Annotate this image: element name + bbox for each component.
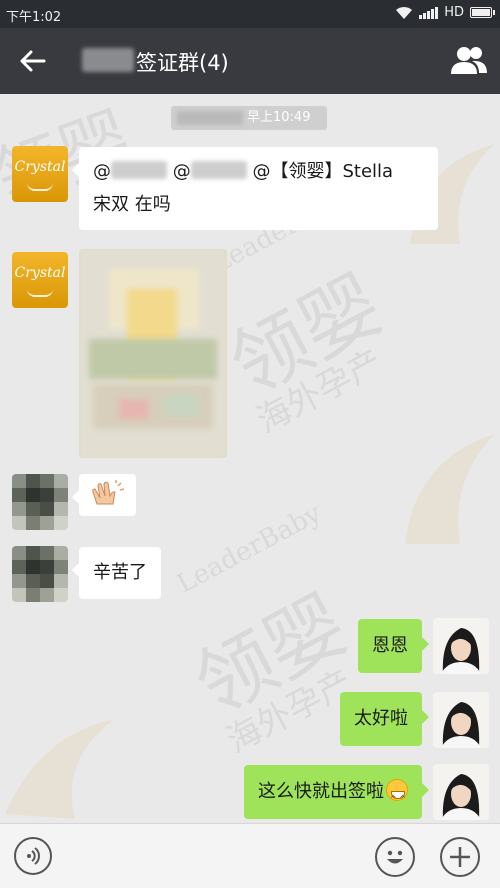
clapping-hands-icon xyxy=(92,480,125,505)
timestamp-chip: 早上10:49 xyxy=(171,106,327,130)
profile-photo-icon xyxy=(433,764,489,820)
avatar-member[interactable] xyxy=(12,474,68,530)
smiley-icon xyxy=(387,850,403,864)
group-members-icon xyxy=(451,47,487,74)
message-bubble[interactable]: @ @ @【领婴】Stella 宋双 在吗 xyxy=(72,147,438,230)
status-bar: 下午1:02 HD xyxy=(0,0,500,28)
avatar-label: Crystal xyxy=(14,265,66,281)
avatar-crystal[interactable]: Crystal xyxy=(12,146,68,202)
avatar-label: Crystal xyxy=(14,159,66,175)
message-text: 这么快就出签啦 xyxy=(258,781,384,802)
chat-area[interactable]: 领婴 LeaderBaby 领婴 海外孕产 LeaderBaby 领婴 海外孕产… xyxy=(0,94,500,823)
avatar-member[interactable] xyxy=(12,546,68,602)
profile-photo-icon xyxy=(433,692,489,748)
profile-photo-icon xyxy=(433,618,489,674)
message-bubble-mine[interactable]: 这么快就出签啦 xyxy=(244,765,429,819)
watermark-wing-icon xyxy=(405,434,495,544)
emoji-button[interactable] xyxy=(375,837,415,877)
grinning-face-icon xyxy=(386,779,408,817)
watermark-slogan: 海外孕产 xyxy=(250,342,390,442)
battery-icon xyxy=(470,7,495,18)
message-bubble[interactable]: 辛苦了 xyxy=(72,547,161,599)
blurred-date xyxy=(177,111,243,125)
back-button[interactable] xyxy=(14,46,50,76)
input-bar xyxy=(0,823,500,888)
avatar-me[interactable] xyxy=(433,764,489,820)
watermark-name: 领婴 xyxy=(181,579,362,733)
watermark-slogan: 海外孕产 xyxy=(220,662,360,762)
voice-icon xyxy=(27,847,40,865)
message-line: 宋双 在吗 xyxy=(93,194,171,215)
avatar-me[interactable] xyxy=(433,618,489,674)
watermark-brand: LeaderBaby xyxy=(172,498,327,600)
message-line: @ @ @【领婴】Stella xyxy=(93,161,394,182)
watermark-name: 领婴 xyxy=(216,259,397,413)
more-options-button[interactable] xyxy=(440,837,480,877)
status-time: 下午1:02 xyxy=(6,10,62,25)
blurred-group-name xyxy=(82,48,134,72)
chat-title: 签证群(4) xyxy=(136,51,229,75)
avatar-me[interactable] xyxy=(433,692,489,748)
avatar-crystal[interactable]: Crystal xyxy=(12,252,68,308)
signal-icon xyxy=(419,6,439,19)
blurred-mention xyxy=(190,161,247,179)
blurred-mention xyxy=(111,161,167,179)
wifi-icon xyxy=(396,6,413,19)
group-members-button[interactable] xyxy=(450,44,488,78)
image-message[interactable] xyxy=(79,249,227,458)
chat-header: 签证群(4) xyxy=(0,28,500,94)
emoji-message[interactable] xyxy=(72,474,136,516)
voice-input-button[interactable] xyxy=(14,837,52,875)
watermark-wing-icon xyxy=(5,719,115,819)
message-bubble-mine[interactable]: 太好啦 xyxy=(340,692,429,746)
network-type: HD xyxy=(444,5,464,20)
arrow-left-icon xyxy=(20,50,46,72)
plus-icon xyxy=(450,847,470,867)
message-bubble-mine[interactable]: 恩恩 xyxy=(358,619,429,673)
timestamp-text: 早上10:49 xyxy=(247,110,311,125)
status-icons: HD xyxy=(395,5,495,20)
